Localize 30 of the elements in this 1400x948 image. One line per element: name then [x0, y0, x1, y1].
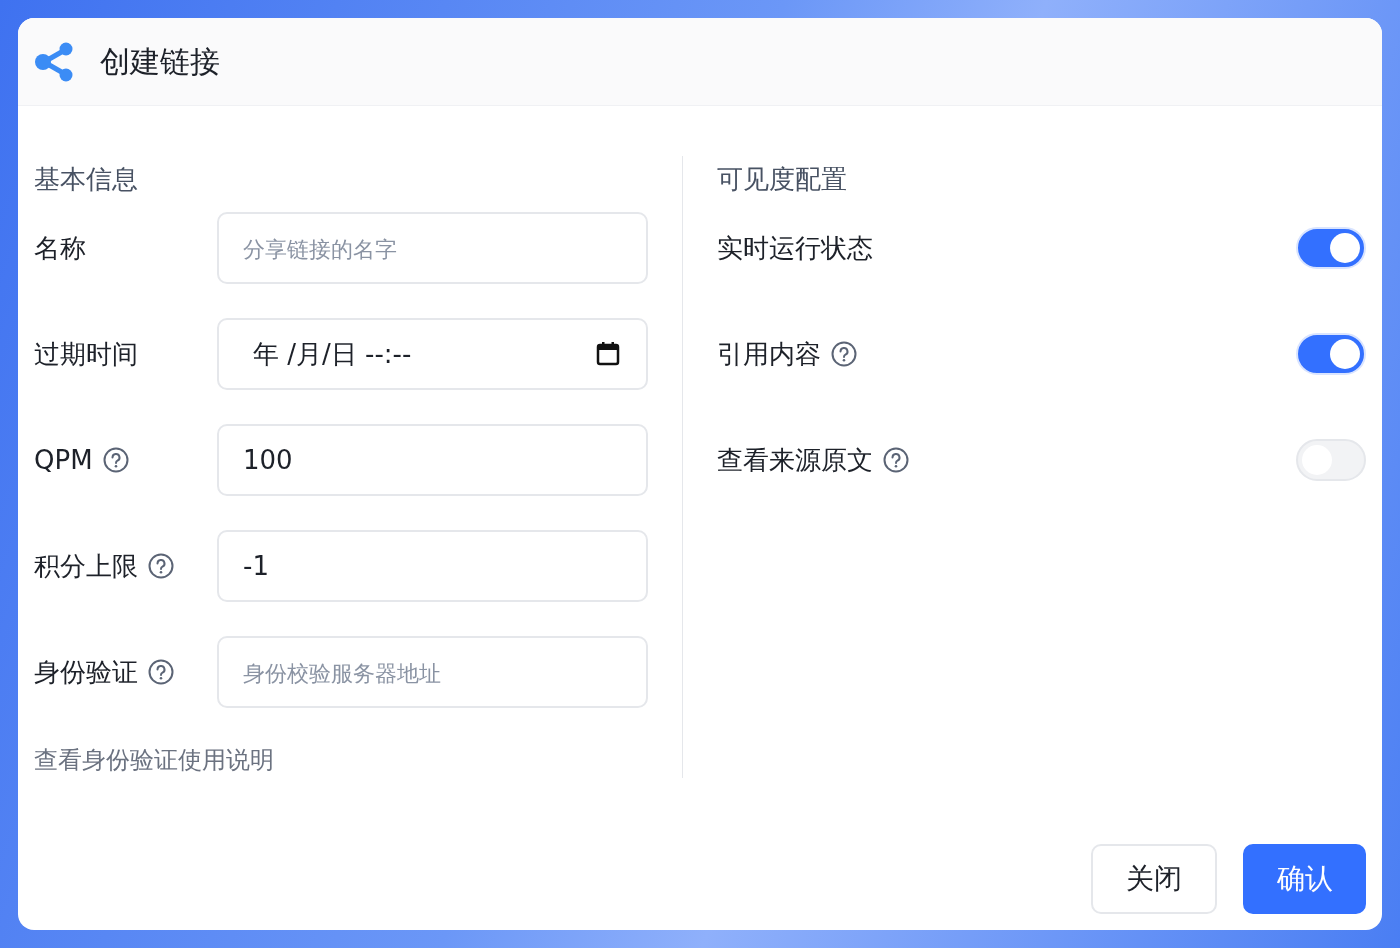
date-time-value: 年 /月/日 --:-- — [253, 337, 412, 371]
switch-label: 引用内容 — [717, 337, 821, 371]
help-icon[interactable] — [148, 659, 174, 685]
help-icon[interactable] — [883, 447, 909, 473]
switch-label: 实时运行状态 — [717, 231, 873, 265]
toggle-switch[interactable] — [1296, 439, 1366, 481]
help-icon[interactable] — [102, 447, 129, 473]
toggle-switch[interactable] — [1296, 333, 1366, 375]
calendar-icon[interactable] — [596, 341, 620, 367]
help-link[interactable]: 查看身份验证使用说明 — [34, 742, 274, 778]
input-field[interactable]: 身份校验服务器地址 — [217, 636, 648, 708]
dialog-title: 创建链接 — [100, 43, 220, 81]
help-icon[interactable] — [831, 341, 857, 367]
field-label: 名称 — [34, 231, 86, 265]
field-label: 过期时间 — [34, 337, 138, 371]
toggle-switch[interactable] — [1296, 227, 1366, 269]
input-field[interactable]: 分享链接的名字 — [217, 212, 648, 284]
input-field[interactable]: 100 — [217, 424, 648, 496]
switch-label: 查看来源原文 — [717, 443, 873, 477]
input-field[interactable]: -1 — [217, 530, 648, 602]
field-label: 积分上限 — [34, 549, 138, 583]
field-label: 身份验证 — [34, 655, 138, 689]
close-button[interactable]: 关闭 — [1091, 844, 1217, 914]
confirm-button[interactable]: 确认 — [1243, 844, 1366, 914]
date-time-field[interactable]: 年 /月/日 --:-- — [217, 318, 648, 390]
section-heading: 基本信息 — [34, 163, 139, 196]
section-heading: 可见度配置 — [717, 163, 848, 196]
field-label: QPM — [34, 443, 93, 477]
share-icon — [34, 41, 74, 82]
help-icon[interactable] — [148, 553, 174, 579]
